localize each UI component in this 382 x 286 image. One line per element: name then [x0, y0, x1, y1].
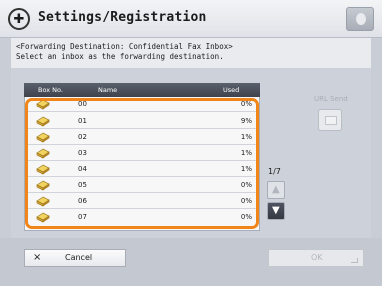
- table-header: Box No. Name Used: [24, 83, 260, 97]
- box-number: 00: [78, 100, 87, 108]
- counter-check-button[interactable]: [346, 7, 374, 31]
- return-icon: [351, 258, 358, 263]
- box-usage: 0%: [240, 100, 252, 108]
- box-number: 01: [78, 117, 87, 125]
- page-title: Settings/Registration: [38, 10, 207, 25]
- box-usage: 0%: [240, 197, 252, 205]
- box-usage: 1%: [240, 133, 252, 141]
- box-usage: 0%: [240, 213, 252, 221]
- box-usage: 9%: [240, 117, 252, 125]
- url-send-button[interactable]: [318, 109, 342, 131]
- url-send-icon: [325, 116, 337, 125]
- box-number: 03: [78, 149, 87, 157]
- table-row[interactable]: 06 0%: [28, 194, 256, 209]
- cancel-button[interactable]: × Cancel: [24, 249, 126, 267]
- table-row[interactable]: 07 0%: [28, 210, 256, 225]
- table-row[interactable]: 03 1%: [28, 146, 256, 161]
- table-row[interactable]: 04 1%: [28, 162, 256, 177]
- box-number: 04: [78, 165, 87, 173]
- close-icon: ×: [33, 252, 42, 263]
- box-icon: [36, 116, 50, 127]
- box-icon: [36, 148, 50, 159]
- box-icon: [36, 196, 50, 207]
- scroll-down-button[interactable]: ▼: [267, 202, 285, 220]
- page-indicator: 1/7: [268, 167, 281, 176]
- table-row[interactable]: 00 0%: [28, 97, 256, 112]
- scroll-up-icon: ▲: [272, 184, 280, 195]
- scroll-down-icon: ▼: [272, 205, 280, 216]
- box-number: 05: [78, 181, 87, 189]
- box-icon: [36, 132, 50, 143]
- box-usage: 1%: [240, 149, 252, 157]
- column-header-box-no: Box No.: [38, 86, 63, 94]
- ok-button[interactable]: OK: [268, 249, 364, 267]
- ok-label: OK: [311, 253, 323, 262]
- box-number: 07: [78, 213, 87, 221]
- settings-registration-icon: ✚: [8, 8, 30, 30]
- box-number: 02: [78, 133, 87, 141]
- box-usage: 0%: [240, 181, 252, 189]
- screen-subtitle: <Forwarding Destination: Confidential Fa…: [16, 42, 233, 51]
- table-row[interactable]: 05 0%: [28, 178, 256, 193]
- scroll-up-button[interactable]: ▲: [267, 181, 285, 199]
- box-usage: 1%: [240, 165, 252, 173]
- column-header-name: Name: [98, 86, 118, 94]
- box-icon: [36, 212, 50, 223]
- table-row[interactable]: 01 9%: [28, 114, 256, 129]
- title-bar: ✚ Settings/Registration: [0, 0, 382, 38]
- box-icon: [36, 180, 50, 191]
- box-icon: [36, 99, 50, 110]
- url-send-label: URL Send: [314, 95, 348, 103]
- instruction-text: Select an inbox as the forwarding destin…: [16, 52, 224, 61]
- table-row[interactable]: 02 1%: [28, 130, 256, 145]
- cancel-label: Cancel: [65, 253, 93, 262]
- column-header-used: Used: [223, 86, 240, 94]
- box-icon: [36, 164, 50, 175]
- box-number: 06: [78, 197, 87, 205]
